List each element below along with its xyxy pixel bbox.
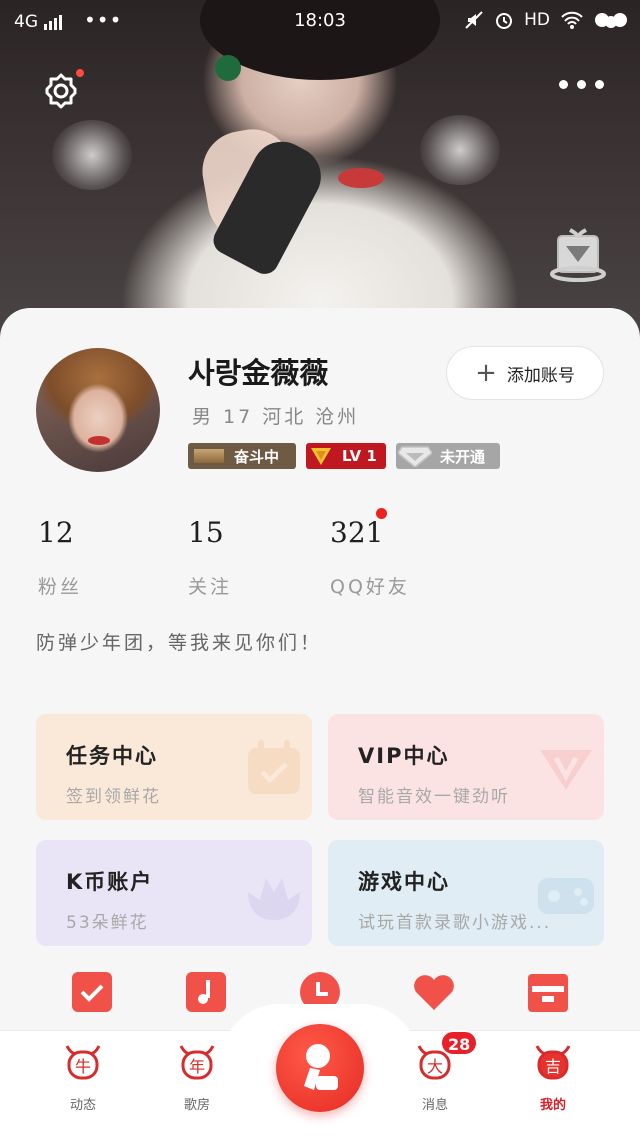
gift-box-icon xyxy=(550,228,606,282)
ox-glyph: 吉 xyxy=(545,1057,561,1076)
tile-subtitle: 智能音效一键劲听 xyxy=(358,787,510,807)
nav-label: 歌房 xyxy=(183,1098,210,1113)
calendar-check-icon xyxy=(248,740,300,794)
message-count-badge: 28 xyxy=(440,1030,479,1056)
gift-button[interactable] xyxy=(548,222,608,284)
tile-title: 游戏中心 xyxy=(358,870,450,894)
profile-cover-photo[interactable] xyxy=(0,0,640,340)
sing-button[interactable] xyxy=(276,1024,364,1112)
user-info: 男 17 河北 沧州 xyxy=(192,406,360,428)
stat-value: 12 xyxy=(38,516,74,549)
vip-badge[interactable]: 未开通 xyxy=(396,443,500,469)
level-shield-icon xyxy=(311,448,331,465)
tile-title: K币账户 xyxy=(66,870,154,894)
dot-icon xyxy=(577,80,586,89)
kcoin-account-tile[interactable]: K币账户 53朵鲜花 xyxy=(36,840,312,946)
status-bar: 4G ••• 18:03 HD xyxy=(0,0,640,44)
nav-tab-feed[interactable]: 牛 动态 xyxy=(38,1040,128,1113)
dot-icon xyxy=(595,80,604,89)
mute-icon xyxy=(465,11,483,29)
ox-glyph: 牛 xyxy=(75,1057,91,1076)
add-account-label: 添加账号 xyxy=(506,365,575,386)
status-badge[interactable]: 奋斗中 xyxy=(188,443,296,469)
tile-title: 任务中心 xyxy=(66,744,158,768)
battery-icon xyxy=(595,13,627,28)
stat-qq-friends[interactable]: 321 QQ好友 xyxy=(330,508,407,598)
vip-badge-label: 未开通 xyxy=(440,447,486,466)
settings-notification-dot xyxy=(76,69,84,77)
flower-icon xyxy=(248,878,300,920)
game-center-tile[interactable]: 游戏中心 试玩首款录歌小游戏... xyxy=(328,840,604,946)
gear-icon xyxy=(45,73,77,109)
more-options-button[interactable] xyxy=(559,80,604,89)
ox-face-icon: 牛 xyxy=(65,1045,101,1080)
badge-row: 奋斗中 LV 1 未开通 xyxy=(188,442,500,470)
user-bio: 防弹少年团，等我来见你们！ xyxy=(36,632,323,654)
avatar-lips xyxy=(88,436,110,445)
nav-label: 我的 xyxy=(539,1098,566,1113)
nav-tab-me[interactable]: 吉 我的 xyxy=(508,1040,598,1113)
stat-value: 15 xyxy=(188,516,224,549)
heart-shortcut-icon[interactable] xyxy=(412,970,456,1014)
settings-button[interactable] xyxy=(40,69,84,112)
vip-center-tile[interactable]: VIP中心 智能音效一键劲听 xyxy=(328,714,604,820)
status-badge-label: 奋斗中 xyxy=(234,447,280,466)
ox-glyph: 大 xyxy=(427,1057,443,1076)
nav-label: 动态 xyxy=(69,1098,96,1113)
ox-face-icon: 年 xyxy=(179,1045,215,1080)
cover-lips xyxy=(338,168,384,188)
username: 사랑金薇薇 xyxy=(188,356,329,390)
wifi-icon xyxy=(561,11,583,29)
ox-face-icon: 吉 xyxy=(535,1045,571,1080)
tile-title: VIP中心 xyxy=(358,744,450,768)
microphone-icon xyxy=(304,1044,338,1090)
dot-icon xyxy=(559,80,568,89)
level-badge[interactable]: LV 1 xyxy=(306,443,386,469)
cover-stage-light xyxy=(52,120,132,190)
cover-stage-light xyxy=(420,115,500,185)
stat-label: QQ好友 xyxy=(330,576,410,598)
tile-subtitle: 试玩首款录歌小游戏... xyxy=(358,913,552,933)
nav-label: 消息 xyxy=(421,1098,448,1113)
task-center-tile[interactable]: 任务中心 签到领鲜花 xyxy=(36,714,312,820)
alarm-icon xyxy=(496,13,513,29)
ox-glyph: 年 xyxy=(189,1057,205,1076)
checkbox-shortcut-icon[interactable] xyxy=(70,970,114,1014)
flag-icon xyxy=(194,449,224,463)
stat-fans[interactable]: 12 粉丝 xyxy=(38,516,79,598)
add-account-button[interactable]: + 添加账号 xyxy=(446,346,604,400)
gamepad-icon xyxy=(538,878,594,914)
music-shortcut-icon[interactable] xyxy=(184,970,228,1014)
stat-value: 321 xyxy=(330,516,384,549)
avatar[interactable] xyxy=(36,348,160,472)
stat-label: 关注 xyxy=(188,576,233,598)
nav-tab-song-room[interactable]: 年 歌房 xyxy=(152,1040,242,1113)
level-badge-label: LV 1 xyxy=(342,447,377,465)
stat-following[interactable]: 15 关注 xyxy=(188,516,229,598)
tile-subtitle: 53朵鲜花 xyxy=(66,913,149,933)
tile-subtitle: 签到领鲜花 xyxy=(66,787,161,807)
store-shortcut-icon[interactable] xyxy=(526,970,570,1014)
hd-indicator: HD xyxy=(524,10,550,30)
plus-icon: + xyxy=(475,358,497,388)
new-friends-dot xyxy=(376,508,387,519)
cover-earpiece xyxy=(215,55,241,81)
stat-label: 粉丝 xyxy=(38,576,83,598)
diamond-icon xyxy=(398,446,432,467)
vip-diamond-icon xyxy=(540,750,592,790)
